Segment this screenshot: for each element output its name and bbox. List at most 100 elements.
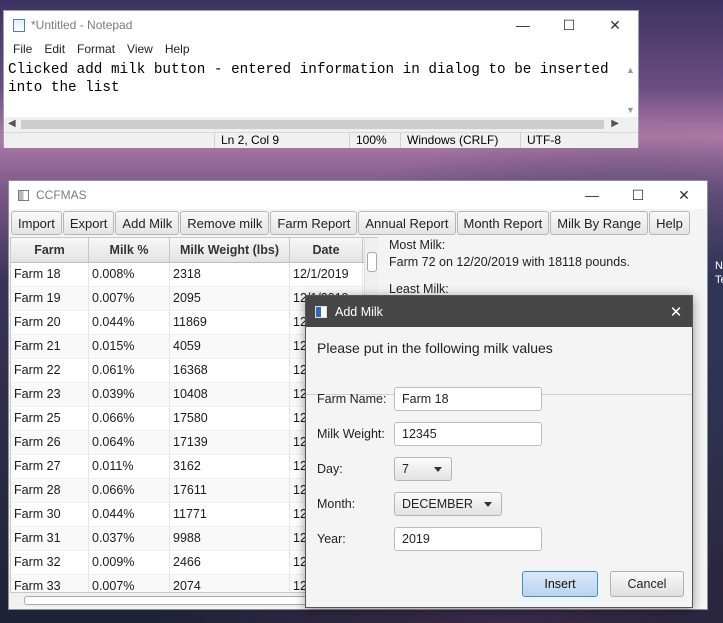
cell-milk-weight: 9988: [170, 527, 290, 550]
scrollbar-thumb[interactable]: [21, 120, 604, 129]
cell-milk-percent: 0.011%: [89, 455, 170, 478]
close-button[interactable]: ✕: [661, 181, 707, 209]
cell-farm: Farm 30: [11, 503, 89, 526]
cell-farm: Farm 21: [11, 335, 89, 358]
cancel-button[interactable]: Cancel: [610, 571, 684, 597]
menu-edit[interactable]: Edit: [38, 42, 71, 56]
scroll-up-icon[interactable]: ▲: [626, 65, 635, 75]
add-milk-button[interactable]: Add Milk: [115, 211, 180, 235]
cell-farm: Farm 18: [11, 263, 89, 286]
notepad-titlebar[interactable]: *Untitled - Notepad — ☐ ✕: [4, 11, 638, 39]
cell-milk-weight: 2466: [170, 551, 290, 574]
desktop-edge-text: N: [715, 260, 723, 272]
cell-milk-weight: 17580: [170, 407, 290, 430]
milk-weight-input[interactable]: 12345: [394, 422, 542, 446]
cell-farm: Farm 33: [11, 575, 89, 592]
column-header-milk-percent[interactable]: Milk %: [89, 238, 170, 262]
cell-milk-weight: 2095: [170, 287, 290, 310]
farm-name-label: Farm Name:: [317, 392, 387, 406]
scroll-right-icon[interactable]: ▶: [611, 118, 619, 129]
cell-milk-percent: 0.066%: [89, 407, 170, 430]
cell-date: 12/1/2019: [290, 263, 363, 286]
month-select-value: DECEMBER: [402, 497, 473, 511]
desktop-edge-text: Te: [715, 274, 723, 286]
cell-milk-weight: 2074: [170, 575, 290, 592]
cell-milk-weight: 2318: [170, 263, 290, 286]
cell-milk-weight: 10408: [170, 383, 290, 406]
year-label: Year:: [317, 532, 346, 546]
cell-milk-weight: 17139: [170, 431, 290, 454]
add-milk-dialog: Add Milk ✕ Please put in the following m…: [305, 295, 693, 608]
cell-milk-weight: 3162: [170, 455, 290, 478]
day-select-value: 7: [402, 462, 409, 476]
cell-farm: Farm 31: [11, 527, 89, 550]
status-line-ending: Windows (CRLF): [400, 133, 519, 148]
cell-milk-percent: 0.009%: [89, 551, 170, 574]
menu-format[interactable]: Format: [71, 42, 121, 56]
cell-milk-percent: 0.061%: [89, 359, 170, 382]
close-icon[interactable]: ✕: [660, 296, 692, 327]
month-report-button[interactable]: Month Report: [456, 211, 550, 235]
day-select[interactable]: 7: [394, 457, 452, 481]
cell-milk-weight: 17611: [170, 479, 290, 502]
notepad-menubar: File Edit Format View Help: [4, 39, 638, 59]
ccfmas-toolbar: Import Export Add Milk Remove milk Farm …: [11, 211, 690, 235]
cell-milk-percent: 0.007%: [89, 287, 170, 310]
notepad-horizontal-scrollbar[interactable]: ◀ ▶: [4, 117, 638, 132]
scroll-down-icon[interactable]: ▼: [626, 105, 635, 115]
minimize-button[interactable]: —: [569, 181, 615, 209]
ccfmas-app-icon: [18, 189, 29, 201]
column-header-farm[interactable]: Farm: [11, 238, 89, 262]
notepad-window: *Untitled - Notepad — ☐ ✕ File Edit Form…: [3, 10, 639, 148]
cell-farm: Farm 23: [11, 383, 89, 406]
help-button[interactable]: Help: [649, 211, 690, 235]
column-header-milk-weight[interactable]: Milk Weight (lbs): [170, 238, 290, 262]
cell-milk-percent: 0.064%: [89, 431, 170, 454]
ccfmas-titlebar[interactable]: CCFMAS — ☐ ✕: [9, 181, 707, 209]
cell-farm: Farm 19: [11, 287, 89, 310]
month-select[interactable]: DECEMBER: [394, 492, 502, 516]
status-zoom: 100%: [349, 133, 402, 148]
export-button[interactable]: Export: [62, 211, 115, 235]
cell-milk-weight: 11771: [170, 503, 290, 526]
import-button[interactable]: Import: [11, 211, 62, 235]
farm-report-button[interactable]: Farm Report: [270, 211, 358, 235]
insert-button[interactable]: Insert: [522, 571, 598, 597]
minimize-button[interactable]: —: [500, 11, 546, 39]
notepad-text-area[interactable]: Clicked add milk button - entered inform…: [4, 59, 623, 117]
maximize-button[interactable]: ☐: [615, 181, 661, 209]
menu-view[interactable]: View: [121, 42, 159, 56]
cell-milk-weight: 4059: [170, 335, 290, 358]
dialog-header: Please put in the following milk values: [306, 327, 692, 395]
day-label: Day:: [317, 462, 343, 476]
cell-milk-percent: 0.066%: [89, 479, 170, 502]
chevron-down-icon: [484, 502, 492, 507]
cell-milk-percent: 0.039%: [89, 383, 170, 406]
status-encoding: UTF-8: [520, 133, 639, 148]
year-input[interactable]: 2019: [394, 527, 542, 551]
cell-milk-weight: 11869: [170, 311, 290, 334]
dialog-titlebar[interactable]: Add Milk ✕: [306, 296, 692, 327]
farm-name-input[interactable]: Farm 18: [394, 387, 542, 411]
cell-milk-percent: 0.008%: [89, 263, 170, 286]
column-header-date[interactable]: Date: [290, 238, 363, 262]
milk-by-range-button[interactable]: Milk By Range: [550, 211, 649, 235]
annual-report-button[interactable]: Annual Report: [358, 211, 456, 235]
cell-farm: Farm 26: [11, 431, 89, 454]
cell-milk-weight: 16368: [170, 359, 290, 382]
table-row[interactable]: Farm 18 0.008% 2318 12/1/2019: [11, 263, 377, 287]
scrollbar-thumb[interactable]: [367, 252, 377, 272]
menu-file[interactable]: File: [7, 42, 38, 56]
table-header: Farm Milk % Milk Weight (lbs) Date: [11, 238, 377, 263]
notepad-statusbar: Ln 2, Col 9 100% Windows (CRLF) UTF-8: [4, 132, 638, 148]
cell-farm: Farm 32: [11, 551, 89, 574]
menu-help[interactable]: Help: [159, 42, 196, 56]
remove-milk-button[interactable]: Remove milk: [180, 211, 270, 235]
dialog-header-text: Please put in the following milk values: [317, 340, 553, 356]
notepad-vertical-scrollbar[interactable]: ▲ ▼: [623, 59, 638, 117]
maximize-button[interactable]: ☐: [546, 11, 592, 39]
scroll-left-icon[interactable]: ◀: [8, 118, 16, 129]
ccfmas-title: CCFMAS: [36, 188, 87, 202]
milk-weight-label: Milk Weight:: [317, 427, 385, 441]
close-button[interactable]: ✕: [592, 11, 638, 39]
